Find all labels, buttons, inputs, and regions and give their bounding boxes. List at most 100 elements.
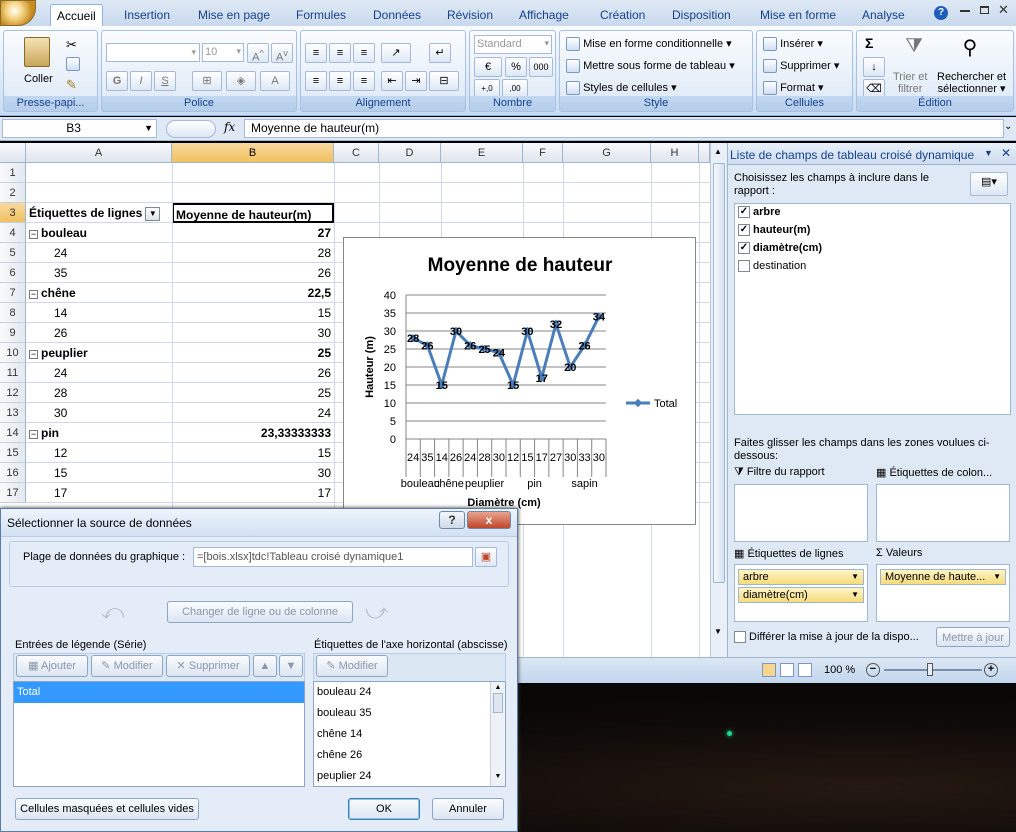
row-header[interactable]: 13 [0, 403, 26, 423]
zoom-in-icon[interactable]: + [984, 663, 998, 677]
dialog-close-button[interactable]: x [467, 511, 511, 529]
fill-color-icon[interactable]: ◈ [226, 71, 256, 91]
row-field-arbre[interactable]: arbre ▼ [738, 569, 864, 585]
delete-button[interactable]: Supprimer ▾ [763, 59, 839, 74]
italic-button[interactable]: I [130, 71, 152, 91]
tab-revision[interactable]: Révision [441, 4, 499, 26]
cell-b[interactable]: 23,33333333 [175, 423, 331, 443]
cell-b[interactable]: 25 [175, 383, 331, 403]
row-header[interactable]: 2 [0, 183, 26, 203]
defer-checkbox-box[interactable] [734, 631, 746, 644]
column-header[interactable]: D [379, 143, 441, 163]
orientation-icon[interactable]: ↗ [381, 43, 411, 63]
cell-b[interactable]: 25 [175, 343, 331, 363]
switch-row-column-button[interactable]: Changer de ligne ou de colonne [167, 601, 353, 623]
pane-close-icon[interactable]: ✕ [1001, 146, 1011, 160]
cancel-button[interactable]: Annuler [432, 798, 504, 820]
cell-b[interactable]: 27 [175, 223, 331, 243]
cell-b[interactable]: 24 [175, 403, 331, 423]
wrap-text-icon[interactable]: ↵ [429, 43, 451, 63]
underline-button[interactable]: S [154, 71, 176, 91]
row-header[interactable]: 6 [0, 263, 26, 283]
cell-b[interactable]: 26 [175, 263, 331, 283]
scroll-up-icon[interactable]: ▲ [714, 147, 722, 156]
cell-b[interactable]: 22,5 [175, 283, 331, 303]
cell-a[interactable]: 17 [54, 483, 164, 503]
axis-scroll-up-icon[interactable]: ▲ [491, 684, 505, 691]
align-middle-icon[interactable]: ≡ [329, 43, 351, 63]
grow-font-button[interactable]: A^ [247, 43, 269, 64]
grid-vertical-scrollbar[interactable]: ▲ ▼ [710, 143, 727, 657]
binoculars-icon[interactable]: ⚲ [957, 35, 983, 63]
hidden-cells-button[interactable]: Cellules masquées et cellules vides [15, 798, 199, 820]
range-collapse-icon[interactable]: ▣ [475, 547, 497, 567]
collapse-icon[interactable]: − [29, 430, 38, 439]
field-checkbox[interactable]: ✓ [738, 224, 750, 237]
collapse-icon[interactable]: − [29, 290, 38, 299]
tab-donnees[interactable]: Données [367, 4, 427, 26]
borders-icon[interactable]: ⊞ [192, 71, 222, 91]
column-header[interactable]: E [441, 143, 523, 163]
cell-a[interactable]: 14 [54, 303, 164, 323]
copy-icon[interactable] [66, 57, 80, 71]
axis-label-item[interactable]: chêne 14 [314, 724, 505, 745]
cell-b[interactable]: 28 [175, 243, 331, 263]
thousands-button[interactable]: 000 [529, 57, 553, 77]
align-left-icon[interactable]: ≡ [305, 71, 327, 91]
insert-button[interactable]: Insérer ▾ [763, 37, 823, 52]
font-name-field[interactable]: ▾ [106, 43, 200, 62]
filter-dropdown-icon[interactable]: ▼ [145, 206, 161, 221]
formula-input[interactable]: Moyenne de hauteur(m) [244, 119, 1004, 138]
edit-series-button[interactable]: ✎ Modifier [91, 655, 163, 677]
insert-function-button[interactable]: fx [224, 120, 235, 134]
page-layout-icon[interactable] [780, 663, 794, 677]
values-zone[interactable]: Moyenne de haute... ▼ [876, 564, 1010, 622]
row-header[interactable]: 16 [0, 463, 26, 483]
merge-center-icon[interactable]: ⊟ [429, 71, 459, 91]
tab-creation[interactable]: Création [594, 4, 651, 26]
row-header[interactable]: 15 [0, 443, 26, 463]
row-header[interactable]: 12 [0, 383, 26, 403]
cell-a[interactable]: − bouleau [29, 223, 169, 243]
field-item[interactable]: ✓ arbre [735, 204, 1010, 222]
format-painter-icon[interactable]: ✎ [66, 77, 77, 93]
conditional-format-button[interactable]: Mise en forme conditionnelle ▾ [566, 37, 732, 52]
autosum-button[interactable]: Σ [865, 35, 873, 51]
field-item[interactable]: ✓ diamètre(cm) [735, 240, 1010, 258]
field-layout-icon[interactable]: ▤▾ [970, 172, 1008, 196]
help-icon[interactable]: ? [934, 6, 948, 20]
cell-a[interactable]: 15 [54, 463, 164, 483]
cell-b3[interactable]: Moyenne de hauteur(m) [172, 203, 334, 223]
paste-icon[interactable] [24, 37, 50, 67]
field-item[interactable]: destination [735, 258, 1010, 276]
tab-formules[interactable]: Formules [290, 4, 352, 26]
minimize-icon[interactable] [960, 10, 970, 12]
scroll-thumb[interactable] [713, 163, 725, 583]
cell-a[interactable]: 12 [54, 443, 164, 463]
axis-scroll-thumb[interactable] [493, 693, 503, 713]
format-as-table-button[interactable]: Mettre sous forme de tableau ▾ [566, 59, 735, 74]
axis-label-item[interactable]: bouleau 24 [314, 682, 505, 703]
office-button[interactable] [0, 0, 36, 26]
tab-mise-en-page[interactable]: Mise en page [192, 4, 276, 26]
zoom-slider-track[interactable] [884, 669, 982, 671]
axis-label-item[interactable]: bouleau 35 [314, 703, 505, 724]
column-header[interactable]: B [172, 143, 334, 163]
row-header[interactable]: 4 [0, 223, 26, 243]
paste-button[interactable]: Coller [24, 73, 53, 85]
move-up-icon[interactable]: ▲ [253, 655, 277, 677]
value-field-hauteur[interactable]: Moyenne de haute... ▼ [880, 569, 1006, 585]
row-header[interactable]: 5 [0, 243, 26, 263]
update-button[interactable]: Mettre à jour [936, 627, 1010, 647]
expand-formula-icon[interactable]: ⌄ [1004, 121, 1012, 132]
collapse-icon[interactable]: − [29, 230, 38, 239]
column-labels-zone[interactable] [876, 484, 1010, 542]
pivot-chart[interactable]: Moyenne de hauteur 0 5 10 15 20 25 30 35 40 24 35 14… [343, 237, 696, 525]
ok-button[interactable]: OK [348, 798, 420, 820]
cell-b[interactable]: 30 [175, 463, 331, 483]
edit-axis-button[interactable]: ✎ Modifier [316, 655, 388, 677]
decrease-indent-icon[interactable]: ⇤ [381, 71, 403, 91]
row-labels-zone[interactable]: arbre ▼ diamètre(cm) ▼ [734, 564, 868, 622]
cell-a[interactable]: 26 [54, 323, 164, 343]
cell-b[interactable]: 30 [175, 323, 331, 343]
